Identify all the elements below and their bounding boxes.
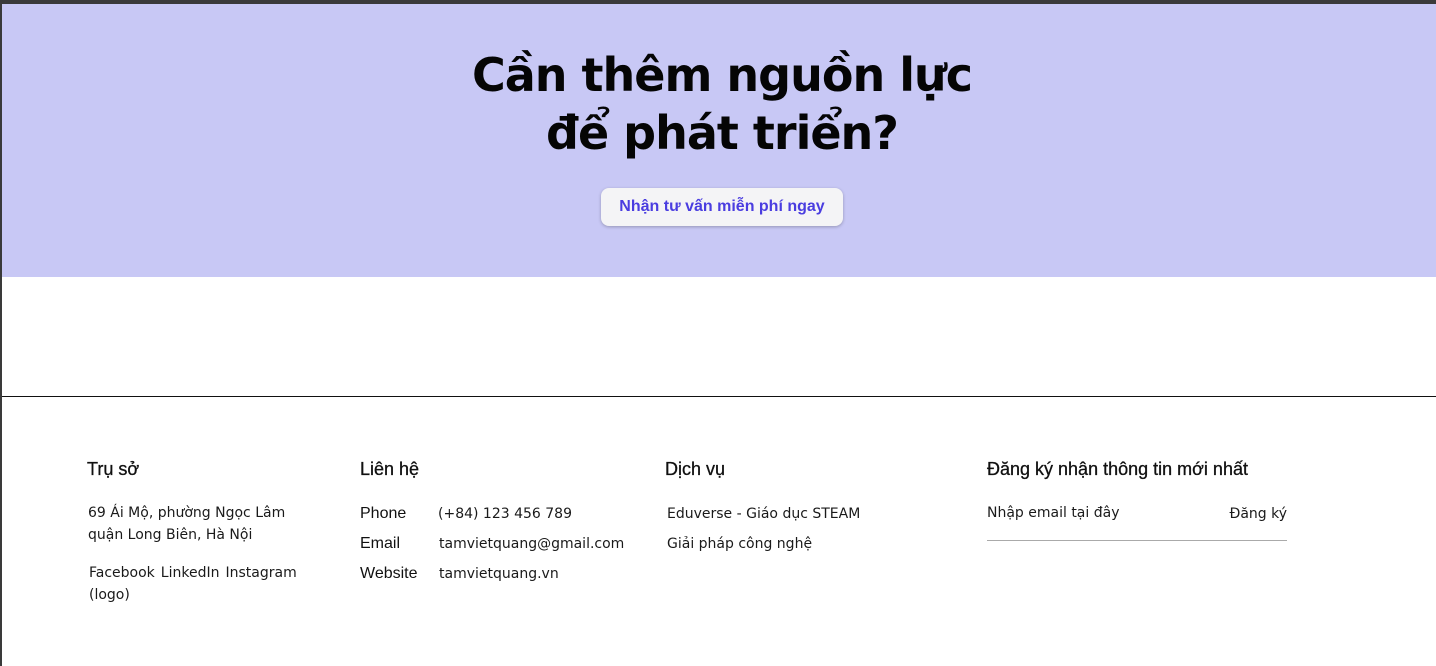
contact-row-website: Website tamvietquang.vn — [360, 563, 640, 585]
footer-newsletter-column: Đăng ký nhận thông tin mới nhất Đăng ký — [987, 456, 1289, 541]
address-line-2: quận Long Biên, Hà Nội — [88, 527, 253, 543]
page-frame: Cần thêm nguồn lực để phát triển? Nhận t… — [0, 0, 1436, 666]
newsletter-heading: Đăng ký nhận thông tin mới nhất — [987, 459, 1248, 479]
headquarters-heading: Trụ sở — [87, 459, 140, 479]
footer-contact-column: Liên hệ Phone (+84) 123 456 789 Email ta… — [360, 456, 640, 582]
footer-headquarters-column: Trụ sở 69 Ái Mộ, phường Ngọc Lâm quận Lo… — [87, 456, 327, 603]
phone-value[interactable]: (+84) 123 456 789 — [438, 503, 572, 525]
contact-row-email: Email tamvietquang@gmail.com — [360, 533, 640, 555]
phone-label: Phone — [360, 505, 407, 522]
facebook-link[interactable]: Facebook — [89, 565, 155, 581]
newsletter-form: Đăng ký — [987, 502, 1287, 541]
cta-hero-section: Cần thêm nguồn lực để phát triển? Nhận t… — [2, 4, 1436, 277]
services-heading: Dịch vụ — [665, 459, 726, 479]
email-label: Email — [360, 535, 401, 552]
hero-title: Cần thêm nguồn lực để phát triển? — [2, 46, 1436, 162]
footer-divider — [2, 396, 1436, 397]
service-item-tech-solutions[interactable]: Giải pháp công nghệ — [667, 533, 812, 555]
hero-title-line-2: để phát triển? — [546, 106, 899, 160]
social-logo-note: (logo) — [89, 587, 130, 603]
hero-title-line-1: Cần thêm nguồn lực — [471, 48, 973, 102]
website-value[interactable]: tamvietquang.vn — [439, 563, 559, 585]
instagram-link[interactable]: Instagram — [225, 565, 296, 581]
free-consultation-button[interactable]: Nhận tư vấn miễn phí ngay — [601, 188, 843, 226]
linkedin-link[interactable]: LinkedIn — [161, 565, 220, 581]
footer-services-column: Dịch vụ Eduverse - Giáo dục STEAM Giải p… — [665, 456, 925, 552]
headquarters-address: 69 Ái Mộ, phường Ngọc Lâm quận Long Biên… — [88, 502, 328, 546]
newsletter-subscribe-button[interactable]: Đăng ký — [1229, 503, 1287, 525]
newsletter-email-input[interactable] — [987, 502, 1207, 524]
social-links: Facebook LinkedIn Instagram (logo) — [89, 562, 329, 606]
email-value[interactable]: tamvietquang@gmail.com — [439, 533, 624, 555]
service-item-eduverse[interactable]: Eduverse - Giáo dục STEAM — [667, 503, 860, 525]
address-line-1: 69 Ái Mộ, phường Ngọc Lâm — [88, 505, 286, 521]
contact-row-phone: Phone (+84) 123 456 789 — [360, 503, 640, 525]
website-label: Website — [360, 565, 418, 582]
contact-heading: Liên hệ — [360, 459, 420, 479]
